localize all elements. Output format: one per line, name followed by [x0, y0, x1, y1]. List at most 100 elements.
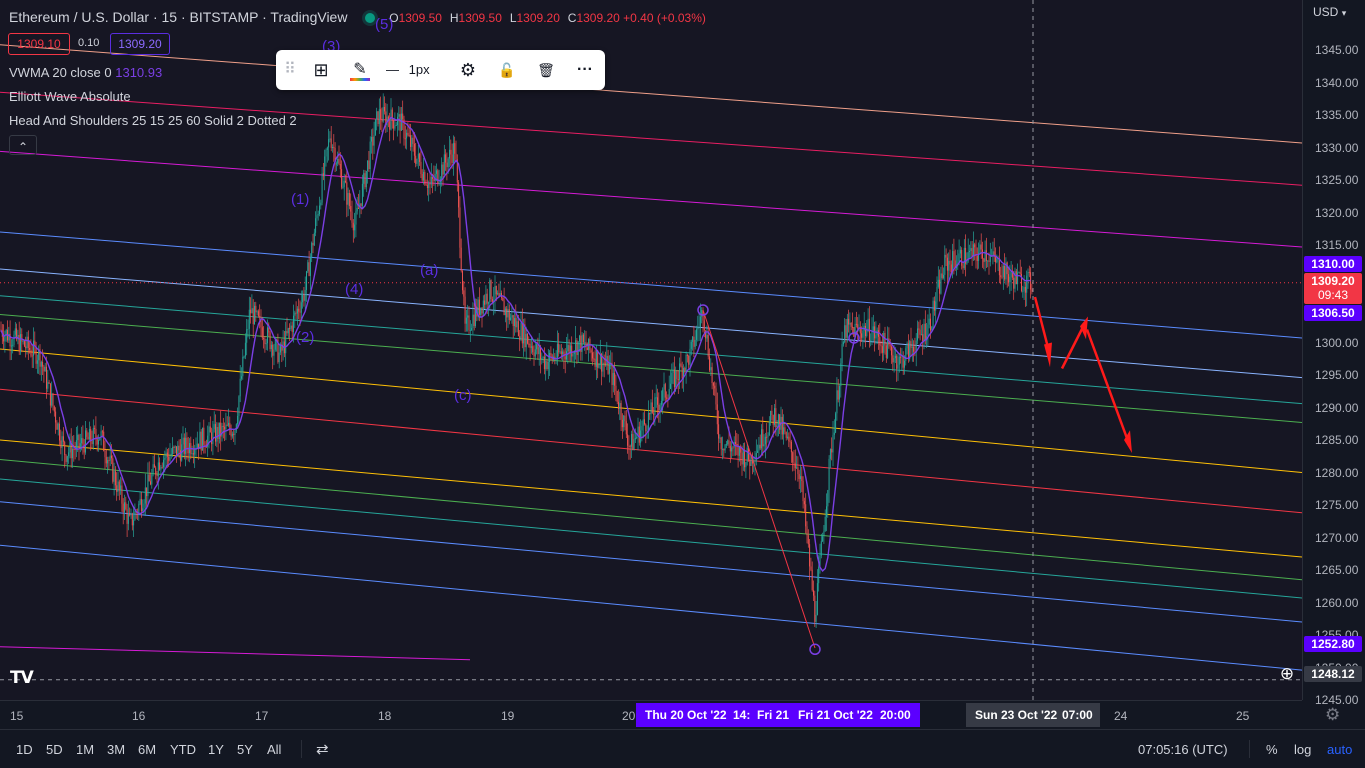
- line-color-button[interactable]: ✎: [348, 58, 372, 82]
- range-end-time: 20:00: [880, 708, 911, 722]
- candle-body: [865, 325, 866, 337]
- candle-body: [1000, 275, 1002, 278]
- candle-body: [160, 467, 162, 470]
- candle-body: [944, 254, 946, 275]
- candle-body: [835, 413, 837, 433]
- candle-body: [156, 474, 158, 477]
- candle-body: [259, 315, 261, 317]
- candle-body: [998, 258, 1000, 276]
- tradingview-logo[interactable]: TV: [10, 668, 34, 688]
- candle-body: [615, 385, 617, 391]
- candle-body: [298, 308, 300, 312]
- timeframe-5d[interactable]: 5D: [46, 742, 63, 757]
- candle-body: [757, 450, 759, 453]
- utc-clock[interactable]: 07:05:16 (UTC): [1138, 742, 1228, 757]
- candle-body: [480, 307, 482, 315]
- go-to-date-icon[interactable]: ⇄: [316, 740, 329, 758]
- elliott-legend[interactable]: Elliott Wave Absolute: [9, 89, 131, 104]
- line-width-button[interactable]: — 1px: [386, 58, 430, 82]
- log-scale-toggle[interactable]: log: [1294, 742, 1311, 757]
- candle-body: [634, 438, 636, 440]
- object-tree-icon[interactable]: ⊞: [309, 58, 333, 82]
- market-status-icon: [365, 13, 376, 24]
- candle-body: [725, 444, 727, 446]
- candle-body: [325, 150, 327, 157]
- candle-body: [546, 361, 548, 370]
- timeframe-3m[interactable]: 3M: [107, 742, 125, 757]
- candle-body: [1009, 276, 1011, 283]
- candle-body: [820, 541, 822, 556]
- candle-body: [709, 356, 710, 371]
- candle-body: [763, 444, 765, 447]
- delete-icon[interactable]: 🗑: [534, 58, 558, 82]
- ask-box[interactable]: 1309.20: [110, 33, 170, 55]
- symbol-title[interactable]: Ethereum / U.S. Dollar · 15 · BITSTAMP ·…: [9, 9, 347, 25]
- candle-body: [147, 474, 149, 497]
- candle-body: [321, 173, 323, 203]
- candle-body: [247, 328, 249, 330]
- candle-body: [155, 467, 157, 475]
- timeframe-1m[interactable]: 1M: [76, 742, 94, 757]
- candle-body: [832, 434, 834, 453]
- percent-scale-toggle[interactable]: %: [1266, 742, 1278, 757]
- candle-body: [107, 460, 109, 464]
- collapse-legend-button[interactable]: ⌃: [9, 135, 37, 155]
- candle-body: [927, 324, 929, 337]
- candle-body: [1026, 275, 1028, 293]
- candle-body: [586, 347, 588, 350]
- more-icon[interactable]: ···: [573, 58, 597, 82]
- timeframe-ytd[interactable]: YTD: [170, 742, 196, 757]
- candle-body: [398, 114, 400, 117]
- auto-scale-toggle[interactable]: auto: [1327, 742, 1352, 757]
- candle-body: [295, 312, 297, 314]
- candle-body: [959, 249, 961, 254]
- price-label-1310: 1310.00: [1304, 256, 1362, 272]
- candle-body: [1031, 289, 1033, 292]
- candle-body: [720, 437, 722, 450]
- candle-body: [660, 400, 662, 405]
- candle-body: [933, 300, 935, 311]
- candle-body: [806, 526, 808, 536]
- price-tick: 1280.00: [1315, 465, 1359, 480]
- candle-body: [742, 449, 744, 465]
- hs-legend[interactable]: Head And Shoulders 25 15 25 60 Solid 2 D…: [9, 113, 297, 128]
- timeframe-1d[interactable]: 1D: [16, 742, 33, 757]
- ohlc-low: L1309.20: [509, 11, 560, 25]
- drag-handle-icon[interactable]: ⠿: [278, 58, 302, 82]
- candle-body: [174, 446, 176, 448]
- add-alert-plus-icon[interactable]: ⊕: [1277, 664, 1297, 684]
- settings-icon[interactable]: ⚙: [456, 58, 480, 82]
- chart-area[interactable]: Ethereum / U.S. Dollar · 15 · BITSTAMP ·…: [0, 0, 1302, 700]
- bid-box[interactable]: 1309.10: [8, 33, 70, 55]
- candle-body: [415, 155, 417, 164]
- candle-body: [465, 317, 467, 324]
- vwma-legend[interactable]: VWMA 20 close 0 1310.93: [9, 65, 162, 80]
- price-tick: 1315.00: [1315, 238, 1359, 252]
- lock-icon[interactable]: 🔓: [495, 58, 519, 82]
- candle-body: [263, 337, 265, 339]
- timeframe-6m[interactable]: 6M: [138, 742, 156, 757]
- price-plot[interactable]: [0, 0, 1302, 700]
- candle-body: [393, 120, 395, 129]
- candle-body: [679, 363, 681, 380]
- candle-body: [246, 329, 248, 343]
- candle-body: [664, 384, 666, 398]
- candle-body: [892, 355, 894, 363]
- candle-body: [380, 109, 382, 120]
- candle-body: [148, 474, 150, 482]
- price-axis[interactable]: USD ▾ 1345.00 1340.00 1335.00 1330.00 1325.0…: [1280, 0, 1365, 707]
- candle-body: [478, 299, 480, 315]
- candle-body: [631, 434, 632, 447]
- timeframe-5y[interactable]: 5Y: [237, 742, 253, 757]
- currency-selector[interactable]: USD ▾: [1313, 5, 1346, 19]
- candle-body: [922, 334, 924, 342]
- candle-body: [112, 458, 114, 482]
- candle-body: [146, 487, 148, 497]
- candle-body: [948, 260, 950, 271]
- timeframe-1y[interactable]: 1Y: [208, 742, 224, 757]
- time-axis[interactable]: 15 16 17 18 19 20 Thu 20 Oct '22 14: Fri…: [0, 700, 1340, 730]
- timeframe-all[interactable]: All: [267, 742, 281, 757]
- chart-settings-icon[interactable]: ⚙: [1325, 705, 1340, 725]
- candle-body: [471, 328, 473, 331]
- candle-body: [251, 308, 253, 314]
